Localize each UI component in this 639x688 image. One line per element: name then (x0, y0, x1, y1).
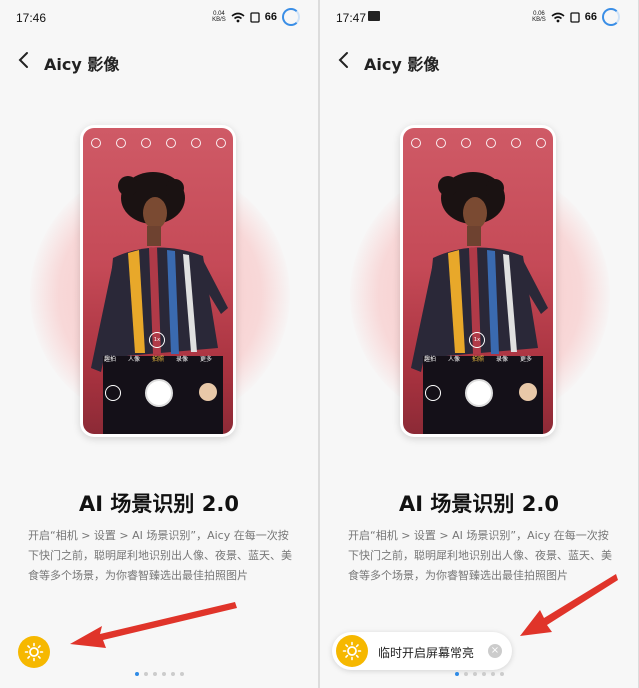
page-dot-active (134, 672, 139, 676)
camera-controls (83, 378, 233, 408)
feature-description: 开启“相机 > 设置 > AI 场景识别”，Aicy 在每一次按下快门之前，聪明… (28, 529, 292, 582)
back-arrow-icon[interactable] (334, 50, 354, 70)
network-speed: 0.04 KB/S (212, 11, 226, 23)
zoom-indicator: 1x (149, 332, 165, 348)
mode-item: 人像 (447, 356, 460, 363)
mode-item-active: 拍照 (471, 356, 484, 363)
page-dot (152, 672, 157, 676)
sun-icon (342, 641, 362, 661)
page-dot (499, 672, 504, 676)
feature-headline: AI 场景识别 2.0 (79, 492, 239, 516)
mode-item: 人像 (127, 356, 140, 363)
back-arrow-icon[interactable] (14, 50, 34, 70)
hdr-icon (435, 138, 446, 148)
sim-icon (570, 11, 580, 23)
mode-item: 趣拍 (103, 356, 116, 363)
camera-top-icons (403, 138, 553, 148)
shutter-button (145, 379, 173, 407)
battery-ring-icon (282, 8, 300, 26)
timer-icon (140, 138, 151, 148)
page-dot (472, 672, 477, 676)
screen-awake-button[interactable] (18, 636, 50, 668)
mode-item: 录像 (176, 356, 189, 363)
page-dot (179, 672, 184, 676)
sim-icon (250, 11, 260, 23)
wifi-icon (551, 12, 565, 22)
camera-modes: 趣拍 人像 拍照 录像 更多 (83, 354, 233, 363)
ai-icon (510, 138, 521, 148)
timer-icon (460, 138, 471, 148)
page-dot (463, 672, 468, 676)
camera-top-icons (83, 138, 233, 148)
battery-level: 66 (264, 11, 277, 23)
mode-item: 更多 (200, 356, 213, 363)
camera-preview: 1x 趣拍 人像 拍照 录像 更多 (83, 128, 233, 434)
battery-level: 66 (584, 11, 597, 23)
mode-item: 更多 (520, 356, 533, 363)
phone-mockup: 1x 趣拍 人像 拍照 录像 更多 (80, 125, 236, 437)
annotation-arrow (520, 574, 618, 636)
zoom-indicator: 1x (469, 332, 485, 348)
page-title: Aicy 影像 (44, 55, 120, 74)
phone-mockup: 1x 趣拍 人像 拍照 录像 更多 (400, 125, 556, 437)
annotation-arrow (70, 602, 237, 648)
screen-left: 17:46 0.04 KB/S 66 Aicy 影像 1x 趣拍 人像 拍照 录… (0, 0, 318, 688)
toast-text: 临时开启屏幕常亮 (378, 646, 475, 660)
mode-item: 趣拍 (423, 356, 436, 363)
switch-camera-icon (105, 385, 121, 401)
status-time: 17:46 (16, 11, 47, 25)
gallery-thumbnail (199, 383, 217, 401)
page-dot (143, 672, 148, 676)
flash-icon (410, 138, 421, 148)
mode-item: 录像 (496, 356, 509, 363)
battery-ring-icon (602, 8, 620, 26)
settings-icon (215, 138, 226, 148)
status-time: 17:47 (336, 11, 367, 25)
settings-icon (535, 138, 546, 148)
screen-awake-button[interactable] (336, 635, 368, 667)
flash-icon (90, 138, 101, 148)
page-dot (481, 672, 486, 676)
screen-awake-toast: 临时开启屏幕常亮 × (332, 632, 512, 670)
gallery-thumbnail (519, 383, 537, 401)
network-speed: 0.06 KB/S (532, 11, 546, 23)
camera-modes: 趣拍 人像 拍照 录像 更多 (403, 354, 553, 363)
hdr-icon (115, 138, 126, 148)
page-dot (490, 672, 495, 676)
notification-icon (368, 11, 380, 21)
shutter-button (465, 379, 493, 407)
status-bar: 17:46 0.04 KB/S 66 (0, 0, 318, 34)
app-header: Aicy 影像 (0, 46, 318, 76)
switch-camera-icon (425, 385, 441, 401)
screen-right: 17:47 0.06 KB/S 66 Aicy 影像 1x 趣拍 人像 拍照 录… (320, 0, 638, 688)
page-dot (161, 672, 166, 676)
page-indicator (0, 672, 318, 676)
ai-icon (190, 138, 201, 148)
camera-controls (403, 378, 553, 408)
feature-headline: AI 场景识别 2.0 (399, 492, 559, 516)
filter-icon (165, 138, 176, 148)
status-bar: 17:47 0.06 KB/S 66 (320, 0, 638, 34)
page-dot (170, 672, 175, 676)
camera-preview: 1x 趣拍 人像 拍照 录像 更多 (403, 128, 553, 434)
page-indicator (320, 672, 638, 676)
filter-icon (485, 138, 496, 148)
wifi-icon (231, 12, 245, 22)
page-title: Aicy 影像 (364, 55, 440, 74)
app-header: Aicy 影像 (320, 46, 638, 76)
page-dot-active (454, 672, 459, 676)
sun-icon (24, 642, 44, 662)
close-icon[interactable]: × (488, 644, 502, 658)
mode-item-active: 拍照 (151, 356, 164, 363)
